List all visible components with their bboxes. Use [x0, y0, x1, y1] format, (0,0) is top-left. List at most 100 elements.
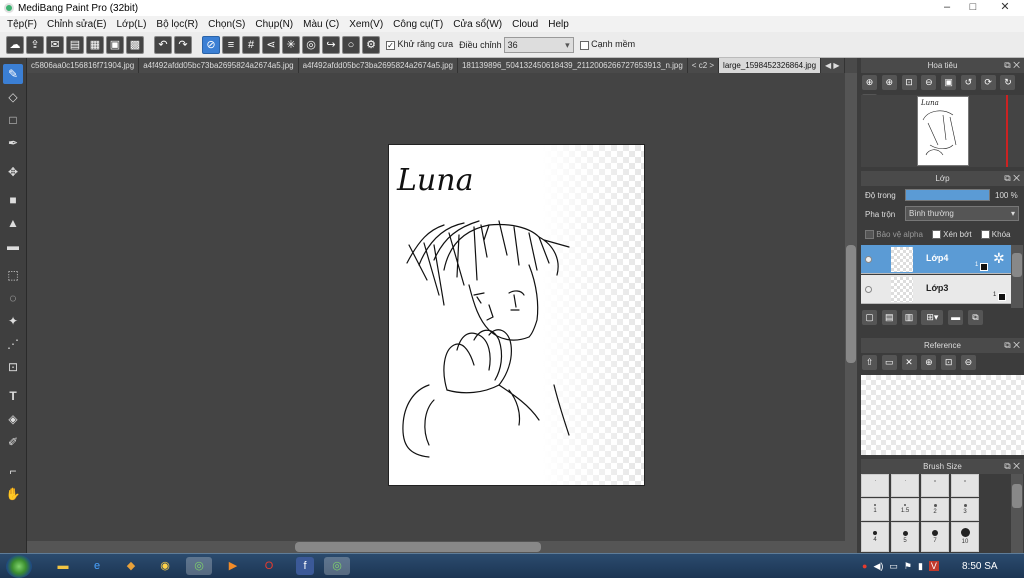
add-layer-menu-icon[interactable]: ⊞▾	[921, 310, 944, 325]
internet-explorer-icon[interactable]: e	[88, 557, 106, 575]
brush-size-scrollbar[interactable]	[1011, 474, 1023, 554]
snap-circle-icon[interactable]: ◎	[302, 35, 320, 54]
chrome-icon[interactable]: ◉	[156, 557, 174, 575]
folder-icon[interactable]: ▬	[948, 310, 964, 325]
brush-size-cell[interactable]: 1	[861, 498, 889, 521]
eraser-tool-icon[interactable]: ◇	[3, 87, 23, 107]
maximize-button[interactable]: □	[962, 0, 984, 14]
snap-vanish-icon[interactable]: ⋖	[262, 35, 280, 54]
fill-rect-tool-icon[interactable]: ■	[3, 190, 23, 210]
rotate-right-icon[interactable]: ↻	[1000, 75, 1016, 90]
new-8bit-layer-icon[interactable]: ▥	[901, 310, 917, 325]
volume-icon[interactable]: ◀)	[873, 561, 883, 572]
menu-select[interactable]: Chọn(S)	[203, 19, 250, 30]
battery-icon[interactable]: ▮	[918, 561, 923, 572]
menu-window[interactable]: Cửa sổ(W)	[448, 19, 507, 30]
select-eraser-tool-icon[interactable]: ⊡	[3, 357, 23, 377]
brush-size-cell[interactable]: 2	[921, 498, 949, 521]
menu-file[interactable]: Tệp(F)	[2, 19, 42, 30]
reference-view[interactable]	[861, 375, 1024, 455]
gradient-tool-icon[interactable]: ▬	[3, 236, 23, 256]
layer-row[interactable]: Lớp4 1 ✲	[861, 245, 1011, 274]
canvas-vertical-scrollbar[interactable]	[845, 73, 857, 553]
snap-curve-icon[interactable]: ↪	[322, 35, 340, 54]
drawing-canvas[interactable]: Luna	[388, 144, 645, 486]
note-icon[interactable]: ▤	[66, 35, 84, 54]
layer-settings-icon[interactable]: ✲	[993, 250, 1005, 267]
brush-size-cell[interactable]: 7	[921, 522, 949, 552]
redo-icon[interactable]: ↷	[174, 35, 192, 54]
vietkey-icon[interactable]: V	[928, 561, 939, 571]
zoom-in2-icon[interactable]: ⊕	[881, 75, 897, 90]
brush-size-cell[interactable]	[861, 474, 889, 497]
menu-cloud[interactable]: Cloud	[507, 19, 543, 30]
rotate-left-icon[interactable]: ↺	[960, 75, 976, 90]
reference-fit-icon[interactable]: ⊡	[941, 355, 957, 370]
smudge-tool-icon[interactable]: ✐	[3, 432, 23, 452]
brush-size-cell[interactable]	[891, 474, 919, 497]
comment-icon[interactable]: ✉	[46, 35, 64, 54]
new-layer-icon[interactable]: ▢	[862, 310, 877, 325]
tab-document[interactable]: a4f492afdd05bc73ba2695824a2674a5.jpg	[299, 58, 458, 73]
snap-ellipse-icon[interactable]: ○	[342, 35, 360, 54]
tab-nav-icon[interactable]: ◀ ▶	[821, 58, 845, 73]
file-explorer-icon[interactable]: ▬	[54, 557, 72, 575]
brush-size-close-icon[interactable]: ⧉ ✕	[1004, 459, 1020, 474]
opacity-slider[interactable]	[905, 189, 990, 201]
share-icon[interactable]: ⇪	[26, 35, 44, 54]
zoom-in-icon[interactable]: ⊕	[862, 75, 877, 90]
bucket-tool-icon[interactable]: ▲	[3, 213, 23, 233]
zoom-out-icon[interactable]: ⊖	[921, 75, 937, 90]
brush-size-cell[interactable]	[921, 474, 949, 497]
snap-radial-icon[interactable]: ✳	[282, 35, 300, 54]
menu-filter[interactable]: Bộ lọc(R)	[151, 19, 203, 30]
brush-size-cell[interactable]: 4	[861, 522, 889, 552]
reference-zoom-out-icon[interactable]: ⊖	[960, 355, 976, 370]
navigator-close-icon[interactable]: ⧉ ✕	[1004, 58, 1020, 73]
duplicate-layer-icon[interactable]: ⧉	[967, 310, 983, 325]
brush-size-cell[interactable]: 5	[891, 522, 919, 552]
menu-tools[interactable]: Công cụ(T)	[388, 19, 448, 30]
menu-snap[interactable]: Chụp(N)	[250, 19, 298, 30]
menu-color[interactable]: Màu (C)	[298, 19, 344, 30]
canvas-area[interactable]: Luna	[27, 73, 845, 543]
select-pen-tool-icon[interactable]: ⋰	[3, 334, 23, 354]
tab-document[interactable]: c5806aa0c156816f71904.jpg	[27, 58, 140, 73]
edge-checkbox[interactable]	[579, 40, 589, 50]
snap-parallel-icon[interactable]: ≡	[222, 35, 240, 54]
visibility-icon[interactable]	[865, 286, 872, 293]
brush-size-cell[interactable]: 10	[951, 522, 979, 552]
blend-select[interactable]: Bình thường ▾	[905, 206, 1019, 221]
grid-icon[interactable]: ▩	[126, 35, 144, 54]
tab-overflow[interactable]: < c2 >	[688, 58, 720, 73]
antialias-checkbox[interactable]: ✓	[386, 40, 395, 50]
brush-size-cell[interactable]	[951, 474, 979, 497]
flag-icon[interactable]: ⚑	[904, 561, 912, 572]
snap-cross-icon[interactable]: #	[242, 35, 260, 54]
tab-document-active[interactable]: large_1598452326864.jpg	[719, 58, 822, 73]
undo-icon[interactable]: ↶	[154, 35, 172, 54]
protect-alpha-checkbox[interactable]	[865, 230, 874, 240]
close-button[interactable]: ✕	[990, 0, 1020, 14]
brush-tool-icon[interactable]: ✎	[3, 64, 23, 84]
pen-tool-icon[interactable]: ✒	[3, 133, 23, 153]
page-icon[interactable]: ▦	[86, 35, 104, 54]
clip-checkbox[interactable]	[931, 230, 941, 240]
start-button[interactable]	[6, 555, 32, 578]
move-tool-icon[interactable]: ✥	[3, 162, 23, 182]
package-app-icon[interactable]: ◆	[122, 557, 140, 575]
magic-wand-tool-icon[interactable]: ✦	[3, 311, 23, 331]
reset-rotation-icon[interactable]: ⟳	[980, 75, 996, 90]
reference-zoom-in-icon[interactable]: ⊕	[921, 355, 937, 370]
menu-view[interactable]: Xem(V)	[344, 19, 388, 30]
lasso-tool-icon[interactable]: ◌	[3, 288, 23, 308]
brush-size-cell[interactable]: 1.5	[891, 498, 919, 521]
lock-checkbox[interactable]	[980, 230, 990, 240]
menu-help[interactable]: Help	[543, 19, 574, 30]
menu-edit[interactable]: Chỉnh sửa(E)	[42, 19, 112, 30]
visibility-icon[interactable]	[865, 256, 872, 263]
divide-tool-icon[interactable]: ◈	[3, 409, 23, 429]
page-list-icon[interactable]: ▣	[106, 35, 124, 54]
select-rect-tool-icon[interactable]: ⬚	[3, 265, 23, 285]
reference-upload-icon[interactable]: ⇧	[862, 355, 877, 370]
